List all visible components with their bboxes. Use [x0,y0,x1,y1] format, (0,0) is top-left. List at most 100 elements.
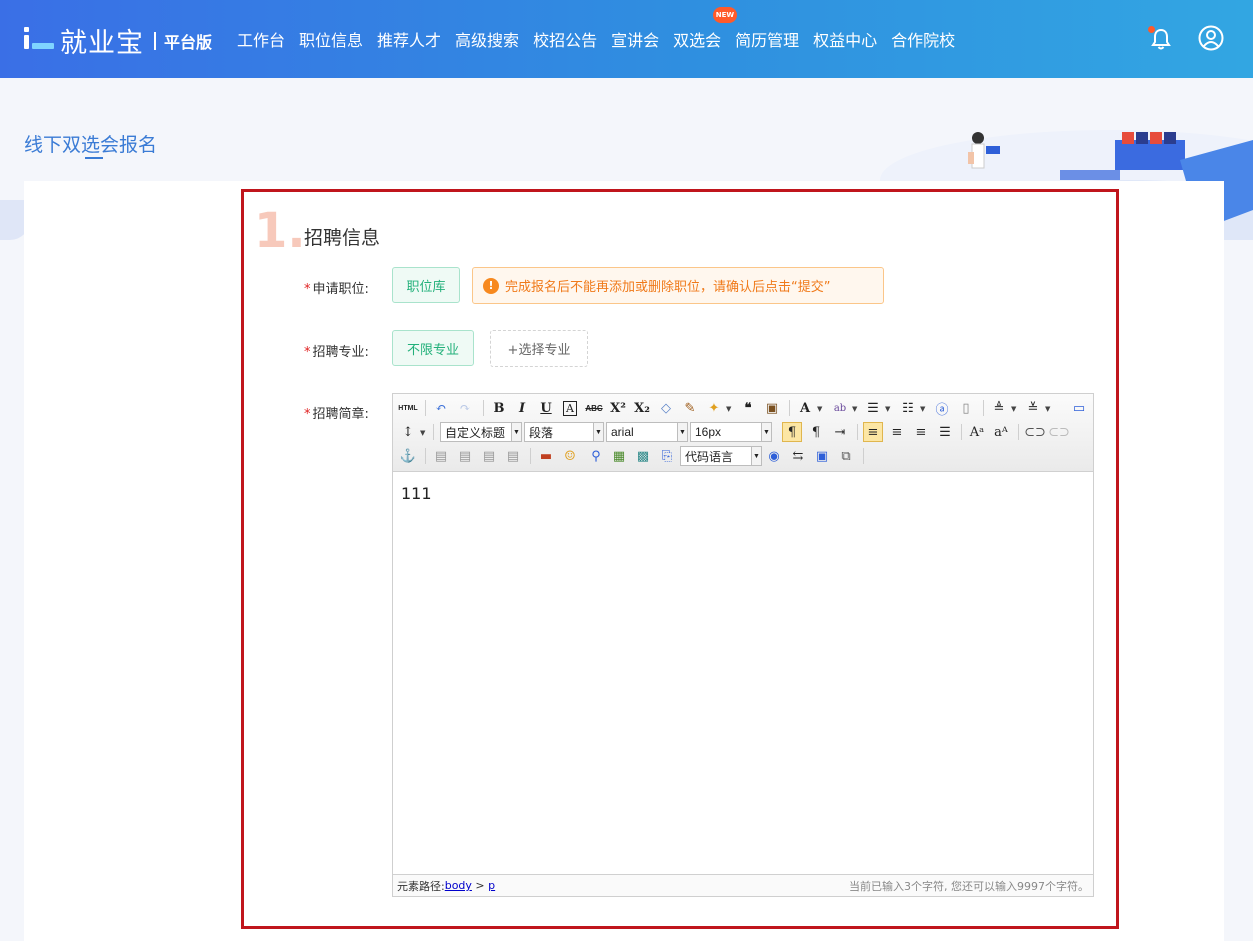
brief-label-text: 招聘简章: [312,407,369,422]
nav-item-advanced-search[interactable]: 高级搜索 [455,27,519,51]
path-body-link[interactable]: body [445,879,472,892]
brand-logo[interactable]: 就业宝 平台版 [24,21,212,60]
insert-table-icon[interactable]: ▣ [812,446,832,466]
auto-format-icon[interactable]: ✦ [704,398,724,418]
chevron-down-icon[interactable]: ▼ [817,405,822,413]
custom-heading-value: 自定义标题 [445,425,506,440]
emoticon-icon[interactable]: ☺ [560,446,580,466]
align-justify-icon[interactable]: ☰ [935,422,955,442]
image-right-icon[interactable]: ▤ [479,446,499,466]
ltr-direction-icon[interactable]: ¶ [782,422,802,442]
chevron-down-icon[interactable]: ▼ [852,405,857,413]
unordered-list-icon[interactable]: ☷ [898,398,918,418]
code-language-select[interactable]: 代码语言 ▼ [680,446,762,466]
uppercase-icon[interactable]: Aᵃ [967,422,987,442]
image-none-icon[interactable]: ▤ [431,446,451,466]
user-avatar-icon[interactable] [1198,25,1224,51]
map-icon[interactable]: ▦ [609,446,629,466]
nav-item-recommend[interactable]: 推荐人才 [377,27,441,51]
gmap-icon[interactable]: ▩ [633,446,653,466]
strikethrough-icon[interactable]: ABC [584,398,604,418]
anchor-icon[interactable]: ⚓ [398,446,418,466]
image-center-icon[interactable]: ▤ [503,446,523,466]
select-all-icon[interactable]: ⓐ [932,398,952,418]
line-height-icon[interactable]: ↕ [398,422,418,442]
format-brush-icon[interactable]: ✎ [680,398,700,418]
eraser-icon[interactable]: ◇ [656,398,676,418]
position-library-button[interactable]: 职位库 [392,267,460,303]
font-size-value: 16px [695,425,722,439]
insert-frame-icon[interactable]: ⎘ [657,446,677,466]
select-major-button[interactable]: +选择专业 [490,330,588,367]
align-right-icon[interactable]: ≡ [911,422,931,442]
notification-dot [1148,26,1155,33]
lowercase-icon[interactable]: aᴬ [991,422,1011,442]
font-family-value: arial [611,425,634,439]
redo-icon[interactable]: ↷ [455,398,475,418]
nav-item-benefits[interactable]: 权益中心 [813,27,877,51]
nav-item-campus-notice[interactable]: 校招公告 [533,27,597,51]
row-spacing-bottom-icon[interactable]: ≚ [1023,398,1043,418]
nav-item-presentation[interactable]: 宣讲会 [611,27,659,51]
char-count: 当前已输入3个字符, 您还可以输入9997个字符。 [849,879,1089,893]
template-icon[interactable]: ⇆ [788,446,808,466]
bell-icon[interactable] [1148,26,1174,52]
image-left-icon[interactable]: ▤ [455,446,475,466]
page-title-underline [85,157,103,159]
align-center-icon[interactable]: ≡ [887,422,907,442]
ordered-list-icon[interactable]: ☰ [863,398,883,418]
path-p-link[interactable]: p [488,879,495,892]
path-separator: > [471,879,489,892]
step-number: 1. [254,203,306,259]
major-label-text: 招聘专业: [312,345,369,360]
blockquote-icon[interactable]: ❝ [738,398,758,418]
chevron-down-icon[interactable]: ▼ [885,405,890,413]
link-icon[interactable]: ⊂⊃ [1024,422,1046,442]
editor-content[interactable]: 111 [401,484,432,503]
insert-image-icon[interactable]: ▬ [536,446,556,466]
clear-doc-icon[interactable]: ▯ [956,398,976,418]
font-family-select[interactable]: arial ▼ [606,422,688,442]
paste-plain-icon[interactable]: ▣ [762,398,782,418]
toolbar-divider [863,448,864,464]
subscript-icon[interactable]: X₂ [632,398,652,418]
chevron-down-icon[interactable]: ▼ [1045,405,1050,413]
chevron-down-icon[interactable]: ▼ [420,429,425,437]
position-warning: ! 完成报名后不能再添加或删除职位，请确认后点击“提交” [472,267,884,304]
nav-item-workbench[interactable]: 工作台 [237,27,285,51]
chevron-down-icon: ▼ [593,423,603,441]
nav-item-jobs[interactable]: 职位信息 [299,27,363,51]
unlimited-major-tag[interactable]: 不限专业 [392,330,474,366]
nav-item-job-fair-label: 双选会 [673,31,722,50]
chevron-down-icon[interactable]: ▼ [726,405,731,413]
undo-icon[interactable]: ↶ [431,398,451,418]
background-color-icon[interactable]: ab [830,398,850,418]
chevron-down-icon[interactable]: ▼ [1011,405,1016,413]
search-replace-icon[interactable]: ⧉ [836,446,856,466]
row-spacing-top-icon[interactable]: ≜ [989,398,1009,418]
superscript-icon[interactable]: X² [608,398,628,418]
page-break-icon[interactable]: ◉ [764,446,784,466]
html-source-button[interactable]: HTML [398,398,418,418]
font-color-icon[interactable]: A [795,398,815,418]
brand-divider [154,31,156,50]
position-label-text: 申请职位: [312,282,369,297]
unlink-icon[interactable]: ⊂⊃ [1048,422,1070,442]
custom-heading-select[interactable]: 自定义标题 ▼ [440,422,522,442]
align-left-icon[interactable]: ≡ [863,422,883,442]
italic-icon[interactable]: I [512,398,532,418]
paragraph-select[interactable]: 段落 ▼ [524,422,604,442]
required-mark: * [304,282,311,297]
nav-item-job-fair[interactable]: 双选会 NEW [673,7,738,51]
font-size-select[interactable]: 16px ▼ [690,422,772,442]
attachment-icon[interactable]: ⚲ [586,446,606,466]
font-border-icon[interactable]: A [560,398,580,418]
rtl-direction-icon[interactable]: ¶ [806,422,826,442]
chevron-down-icon[interactable]: ▼ [920,405,925,413]
indent-icon[interactable]: ⇥ [830,422,850,442]
preview-icon[interactable]: ▭ [1069,398,1089,418]
nav-item-resume[interactable]: 简历管理 [735,27,799,51]
underline-icon[interactable]: U [536,398,556,418]
nav-item-partner-schools[interactable]: 合作院校 [891,27,955,51]
bold-icon[interactable]: B [489,398,509,418]
